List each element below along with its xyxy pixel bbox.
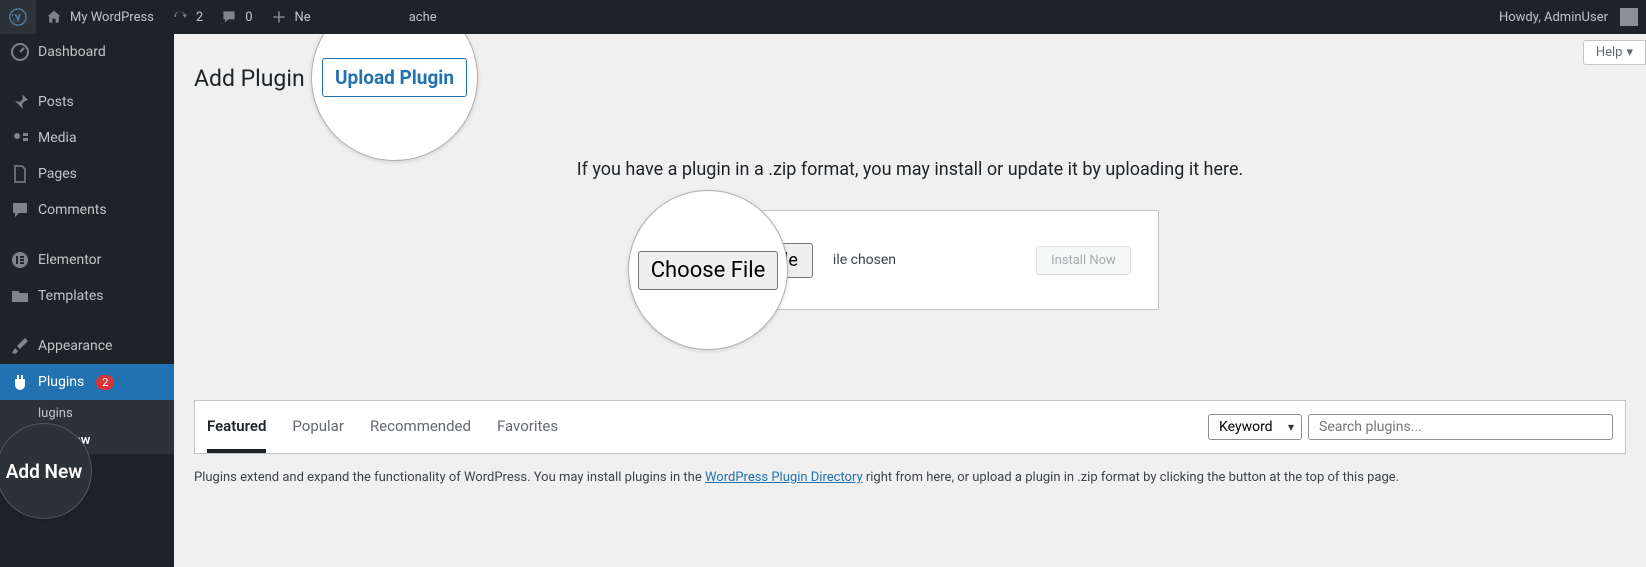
new-label: Ne [295,10,311,25]
submenu-installed[interactable]: lugins [0,400,174,427]
updates-count: 2 [196,10,203,25]
menu-comments[interactable]: Comments [0,192,174,228]
choose-file-button[interactable]: Choose File [689,243,813,278]
admin-sidebar: Dashboard Posts Media Pages Comments Ele… [0,34,174,567]
site-name: My WordPress [70,10,154,25]
brush-icon [10,336,30,356]
menu-pages[interactable]: Pages [0,156,174,192]
search-type-select[interactable]: Keyword [1208,414,1302,440]
cache-link[interactable]: ache [401,0,445,34]
filter-bar: Featured Popular Recommended Favorites K… [194,400,1626,454]
tab-favorites[interactable]: Favorites [497,401,558,453]
folder-icon [10,286,30,306]
comment-icon [10,200,30,220]
plug-icon [10,372,30,392]
wordpress-icon [8,7,28,27]
menu-appearance[interactable]: Appearance [0,328,174,364]
my-account-link[interactable]: Howdy, AdminUser [1491,0,1646,34]
menu-label: Pages [38,166,77,182]
tab-featured[interactable]: Featured [207,401,266,453]
menu-media[interactable]: Media [0,120,174,156]
chevron-down-icon: ▾ [1626,45,1633,60]
media-icon [10,128,30,148]
upload-form: Choose File ile chosen Install Now [662,210,1159,310]
tab-popular[interactable]: Popular [292,401,344,453]
pin-icon [10,92,30,112]
page-title: Add Plugin [194,65,305,92]
search-input[interactable] [1308,414,1613,440]
menu-label: Plugins [38,374,84,390]
menu-label: Elementor [38,252,101,268]
comments-link[interactable]: 0 [211,0,260,34]
main-content: Help ▾ Add Plugin Upload Plugin If you h… [174,34,1646,567]
user-icon [10,476,30,496]
new-content-link[interactable]: Ne [261,0,319,34]
wp-logo[interactable] [0,0,36,34]
menu-label: Dashboard [38,44,106,60]
updates-link[interactable]: 2 [162,0,211,34]
page-icon [10,164,30,184]
menu-label: Templates [38,288,104,304]
howdy-text: Howdy, AdminUser [1499,10,1608,25]
plugin-directory-link[interactable]: WordPress Plugin Directory [705,470,863,485]
dashboard-icon [10,42,30,62]
comment-icon [219,7,239,27]
menu-label: Posts [38,94,74,110]
menu-label: Appearance [38,338,112,354]
submenu-add-new[interactable]: Add New [0,427,174,454]
admin-toolbar: My WordPress 2 0 Ne ache Howdy, AdminUse… [0,0,1646,34]
cache-label: ache [409,10,437,25]
menu-dashboard[interactable]: Dashboard [0,34,174,70]
plugins-submenu: lugins Add New [0,400,174,454]
home-icon [44,7,64,27]
site-name-link[interactable]: My WordPress [36,0,162,34]
menu-posts[interactable]: Posts [0,84,174,120]
comments-count: 0 [245,10,252,25]
install-now-button[interactable]: Install Now [1036,246,1131,275]
refresh-icon [170,7,190,27]
tab-recommended[interactable]: Recommended [370,401,471,453]
file-chosen-text: ile chosen [833,252,896,268]
upload-plugin-button[interactable]: Upload Plugin [315,62,447,94]
menu-plugins[interactable]: Plugins 2 [0,364,174,400]
plugins-description: Plugins extend and expand the functional… [194,468,1626,488]
menu-elementor[interactable]: Elementor [0,242,174,278]
plugins-badge: 2 [96,375,114,390]
menu-label: ers [38,478,57,494]
menu-label: Comments [38,202,107,218]
menu-users[interactable]: ers [0,468,174,504]
plus-icon [269,7,289,27]
menu-templates[interactable]: Templates [0,278,174,314]
elementor-icon [10,250,30,270]
upload-description: If you have a plugin in a .zip format, y… [194,159,1626,180]
menu-label: Media [38,130,77,146]
help-tab[interactable]: Help ▾ [1583,40,1646,65]
avatar [1620,8,1638,26]
